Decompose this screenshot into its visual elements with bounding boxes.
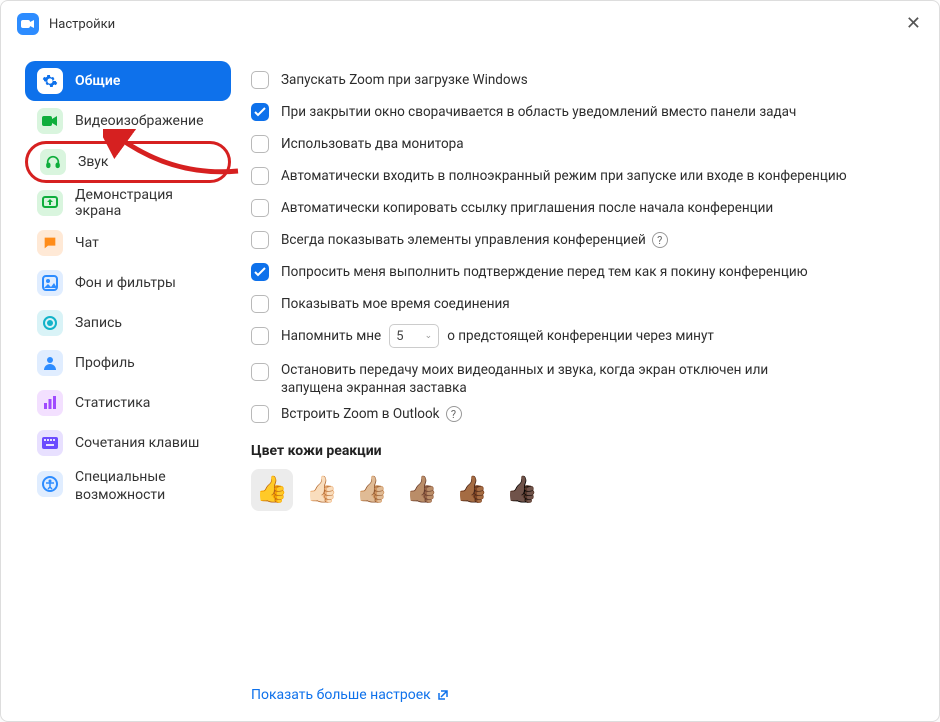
checkbox[interactable]: [251, 327, 269, 345]
reaction-skin-option[interactable]: 👍: [251, 469, 293, 511]
sidebar-item-accessibility[interactable]: Специальные возможности: [25, 463, 231, 510]
sidebar-item-video[interactable]: Видеоизображение: [25, 101, 231, 141]
option-label: о предстоящей конференции через минут: [447, 327, 714, 345]
sidebar-item-shortcuts[interactable]: Сочетания клавиш: [25, 423, 231, 463]
option-outlook-integration: Встроить Zoom в Outlook ?: [251, 399, 913, 429]
option-show-connected-time: Показывать мое время соединения: [251, 289, 913, 319]
keyboard-icon: [37, 430, 63, 456]
headphones-icon: [40, 149, 66, 175]
reaction-skin-title: Цвет кожи реакции: [251, 443, 913, 459]
checkbox[interactable]: [251, 199, 269, 217]
help-icon[interactable]: ?: [446, 406, 462, 422]
sidebar-item-label: Общие: [75, 73, 120, 89]
option-label: Остановить передачу моих видеоданных и з…: [281, 361, 821, 397]
sidebar-item-label: Видеоизображение: [75, 113, 204, 129]
external-link-icon: [437, 689, 449, 701]
gear-icon: [37, 68, 63, 94]
accessibility-icon: [37, 471, 63, 497]
profile-icon: [37, 350, 63, 376]
sidebar-item-statistics[interactable]: Статистика: [25, 383, 231, 423]
sidebar-item-label: Звук: [78, 154, 108, 170]
option-label: Показывать мое время соединения: [281, 295, 510, 313]
share-screen-icon: [37, 190, 63, 216]
reaction-skin-option[interactable]: 👍🏼: [351, 469, 393, 511]
reaction-skin-option[interactable]: 👍🏻: [301, 469, 343, 511]
sidebar-item-recording[interactable]: Запись: [25, 303, 231, 343]
checkbox[interactable]: [251, 263, 269, 281]
option-minimize-to-tray: При закрытии окно сворачивается в област…: [251, 97, 913, 127]
option-label: При закрытии окно сворачивается в област…: [281, 103, 796, 121]
option-label: Всегда показывать элементы управления ко…: [281, 231, 646, 249]
link-label: Показать больше настроек: [251, 687, 431, 703]
sidebar: Общие Видеоизображение Звук Демонстрация…: [1, 47, 241, 721]
sidebar-item-label: Фон и фильтры: [75, 275, 176, 291]
option-label: Попросить меня выполнить подтверждение п…: [281, 263, 808, 281]
sidebar-item-label: Сочетания клавиш: [75, 435, 199, 451]
titlebar: Настройки ✕: [1, 1, 939, 47]
option-dual-monitors: Использовать два монитора: [251, 129, 913, 159]
option-label: Использовать два монитора: [281, 135, 464, 153]
option-copy-invite-link: Автоматически копировать ссылку приглаше…: [251, 193, 913, 223]
sidebar-item-label: Статистика: [75, 395, 150, 411]
sidebar-item-label: Демонстрация экрана: [75, 187, 219, 219]
chat-icon: [37, 230, 63, 256]
help-icon[interactable]: ?: [652, 232, 668, 248]
reaction-skin-option[interactable]: 👍🏿: [501, 469, 543, 511]
option-label: Встроить Zoom в Outlook: [281, 405, 440, 423]
record-icon: [37, 310, 63, 336]
sidebar-item-background[interactable]: Фон и фильтры: [25, 263, 231, 303]
checkbox[interactable]: [251, 231, 269, 249]
option-label: Автоматически копировать ссылку приглаше…: [281, 199, 773, 217]
stats-icon: [37, 390, 63, 416]
sidebar-item-label: Чат: [75, 235, 99, 251]
option-fullscreen-on-join: Автоматически входить в полноэкранный ре…: [251, 161, 913, 191]
sidebar-item-chat[interactable]: Чат: [25, 223, 231, 263]
camera-icon: [37, 108, 63, 134]
checkbox[interactable]: [251, 167, 269, 185]
checkbox[interactable]: [251, 405, 269, 423]
sidebar-item-screenshare[interactable]: Демонстрация экрана: [25, 183, 231, 223]
checkbox[interactable]: [251, 295, 269, 313]
sidebar-item-label: Специальные возможности: [75, 469, 219, 504]
option-start-on-boot: Запускать Zoom при загрузке Windows: [251, 65, 913, 95]
zoom-app-icon: [17, 13, 39, 35]
background-icon: [37, 270, 63, 296]
sidebar-item-audio[interactable]: Звук: [25, 141, 231, 183]
checkbox[interactable]: [251, 103, 269, 121]
sidebar-item-label: Запись: [75, 315, 122, 331]
window-title: Настройки: [49, 17, 115, 32]
chevron-down-icon: ⌄: [425, 331, 433, 341]
checkbox[interactable]: [251, 71, 269, 89]
show-more-settings-link[interactable]: Показать больше настроек: [251, 647, 913, 703]
option-confirm-leave: Попросить меня выполнить подтверждение п…: [251, 257, 913, 287]
sidebar-item-label: Профиль: [75, 355, 135, 371]
settings-content: Запускать Zoom при загрузке Windows При …: [241, 47, 939, 721]
close-icon[interactable]: ✕: [906, 15, 921, 33]
remind-minutes-select[interactable]: 5 ⌄: [389, 324, 439, 348]
option-label: Автоматически входить в полноэкранный ре…: [281, 167, 847, 185]
option-label: Запускать Zoom при загрузке Windows: [281, 71, 528, 89]
sidebar-item-general[interactable]: Общие: [25, 61, 231, 101]
sidebar-item-profile[interactable]: Профиль: [25, 343, 231, 383]
option-label: Напомнить мне: [281, 327, 381, 345]
option-always-show-controls: Всегда показывать элементы управления ко…: [251, 225, 913, 255]
reaction-skin-picker: 👍 👍🏻 👍🏼 👍🏽 👍🏾 👍🏿: [251, 469, 913, 511]
checkbox[interactable]: [251, 363, 269, 381]
option-remind-me: Напомнить мне 5 ⌄ о предстоящей конферен…: [251, 321, 913, 351]
reaction-skin-option[interactable]: 👍🏽: [401, 469, 443, 511]
option-stop-av-on-screensaver: Остановить передачу моих видеоданных и з…: [251, 361, 913, 397]
checkbox[interactable]: [251, 135, 269, 153]
reaction-skin-option[interactable]: 👍🏾: [451, 469, 493, 511]
remind-minutes-value: 5: [396, 329, 403, 344]
